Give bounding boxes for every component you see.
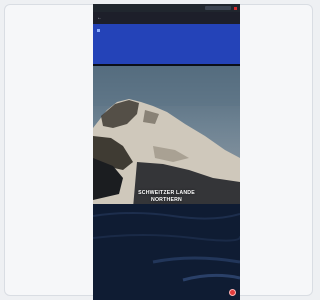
top-navigation-bar <box>93 4 240 12</box>
back-arrow-icon[interactable]: ← <box>97 15 102 21</box>
phone-screenshot: ← SCHWEITZER LANDE NORTHERN <box>93 4 240 300</box>
search-input[interactable] <box>205 6 231 10</box>
panel-heading <box>97 29 141 33</box>
hero-photo: SCHWEITZER LANDE NORTHERN <box>93 66 240 300</box>
flag-icon[interactable] <box>234 6 237 10</box>
info-panel <box>93 24 240 64</box>
mountain-illustration <box>93 66 240 300</box>
toolbar: ← <box>93 12 240 24</box>
record-button[interactable] <box>229 289 236 296</box>
panel-column-1 <box>97 29 141 33</box>
hero-title: SCHWEITZER LANDE NORTHERN <box>138 190 195 203</box>
bullet-icon <box>97 29 100 32</box>
